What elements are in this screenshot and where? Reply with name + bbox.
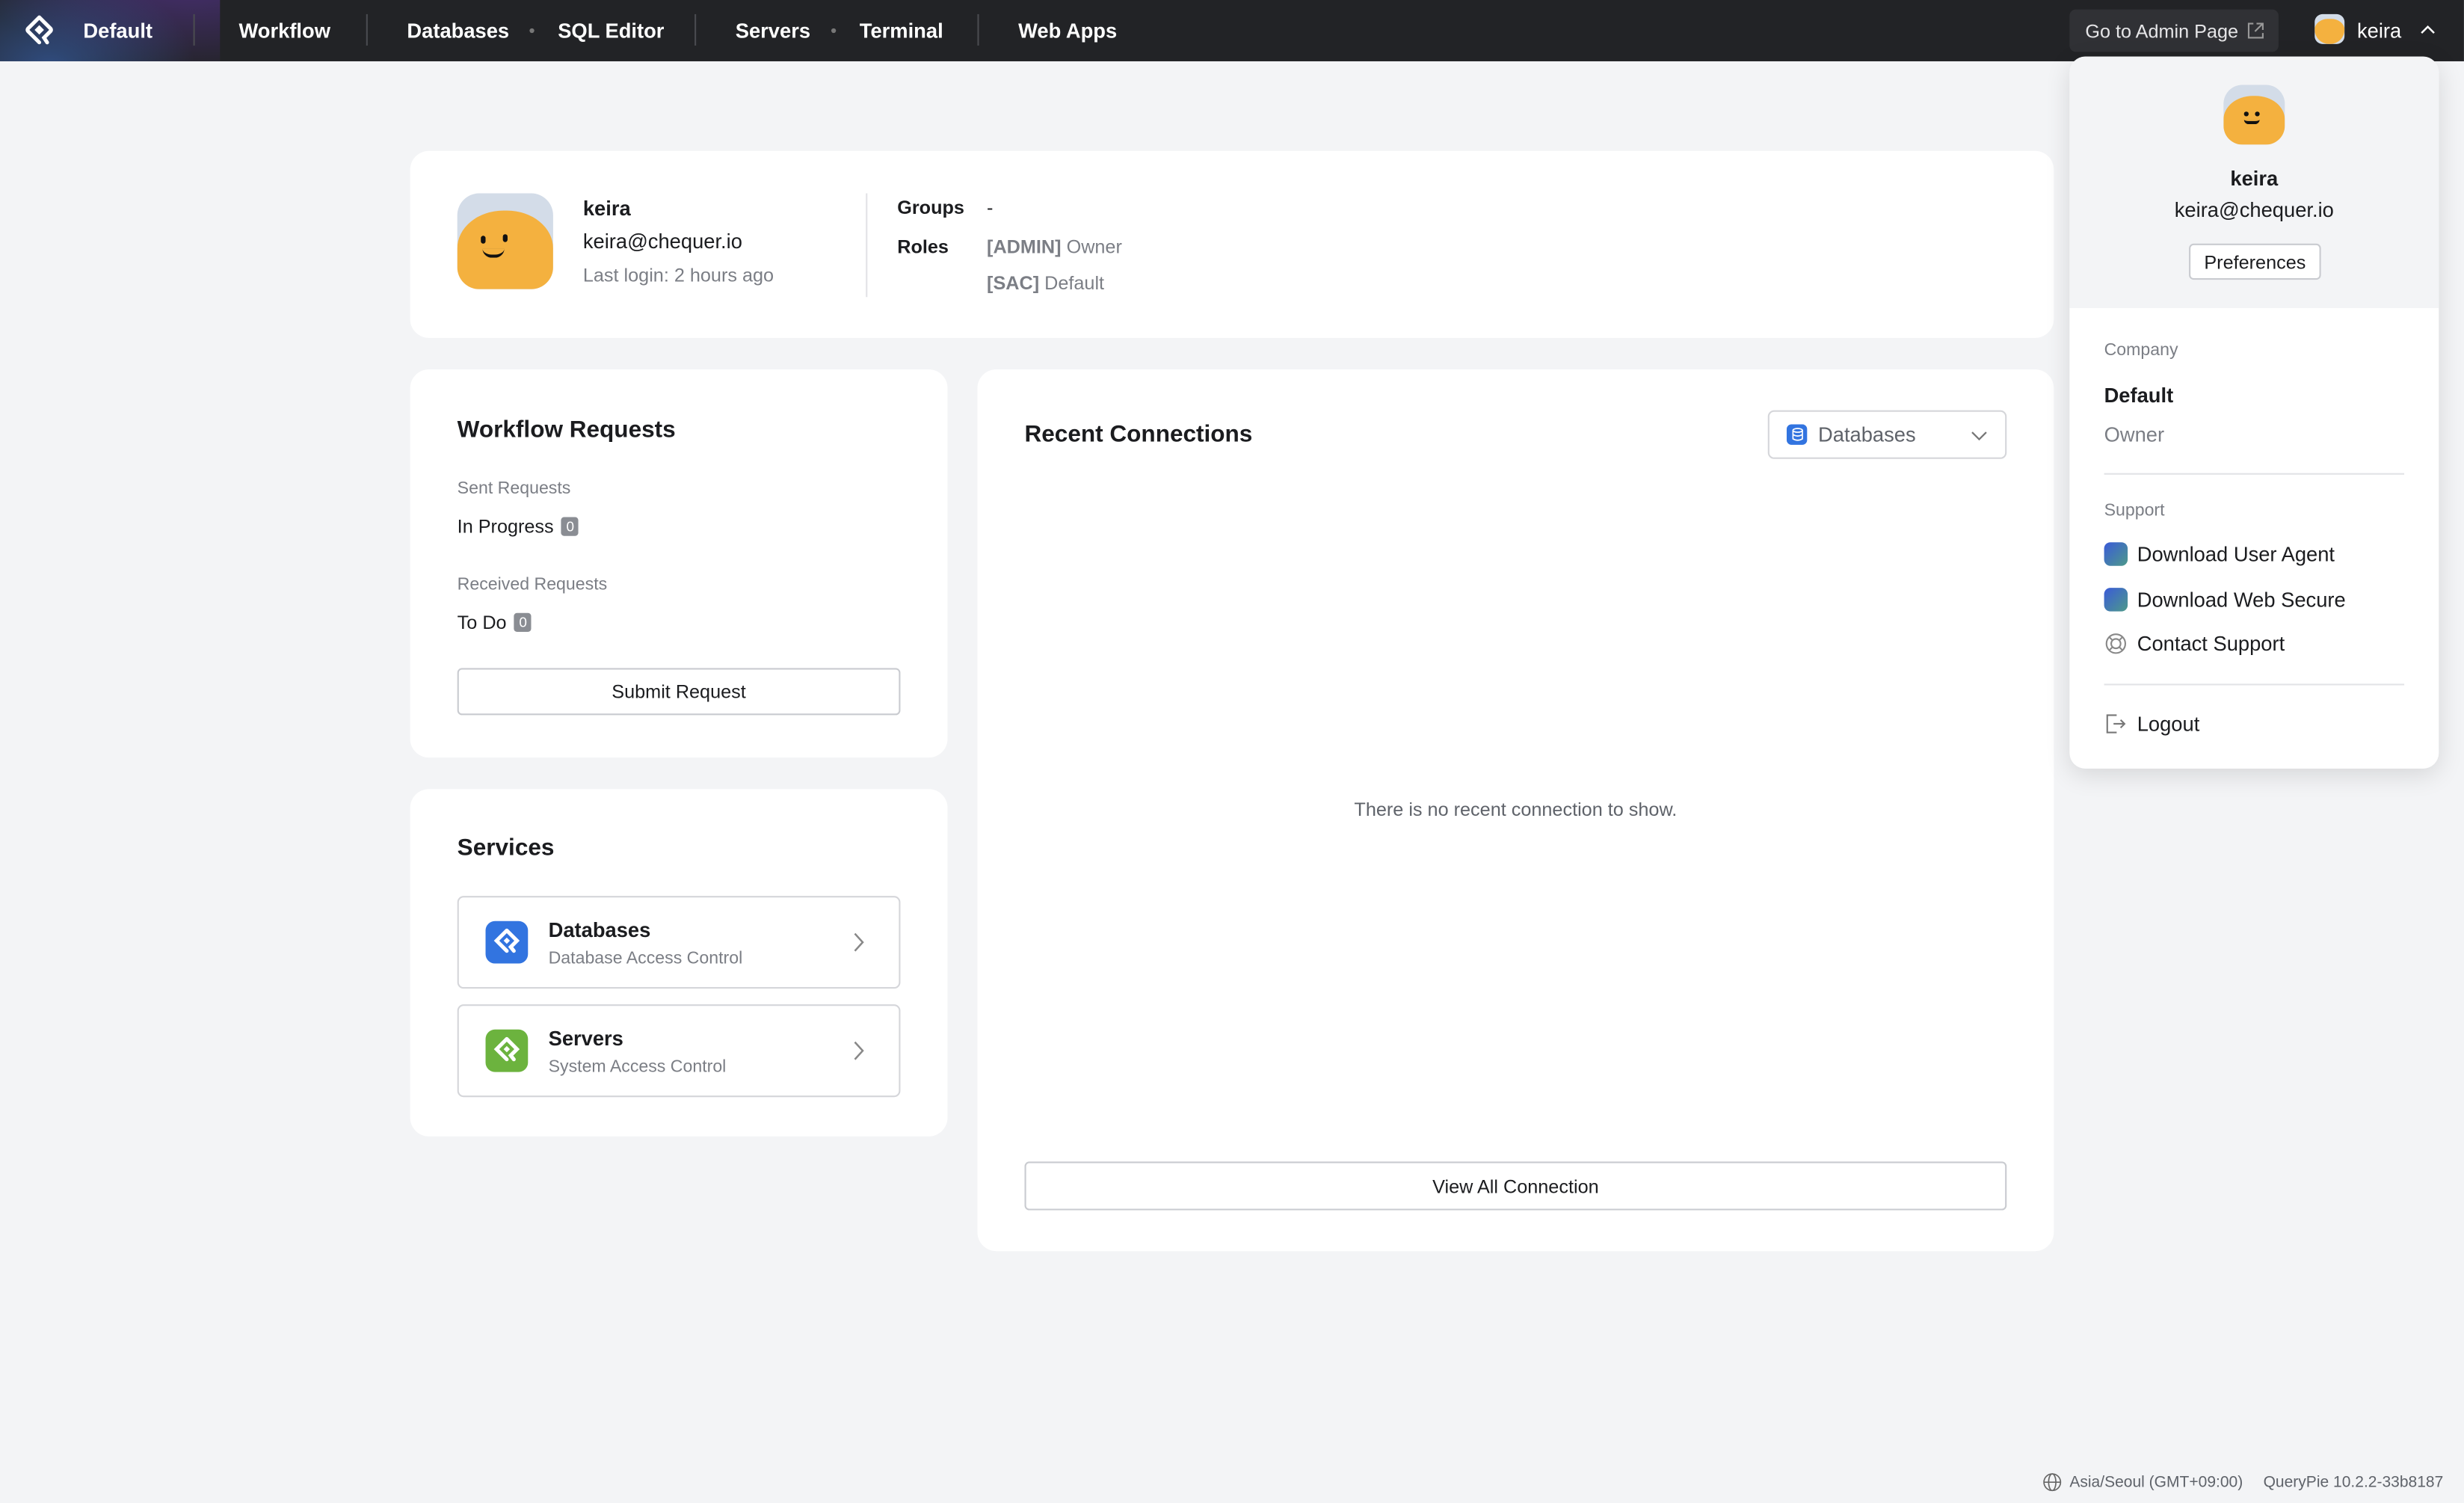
status-label: To Do: [457, 611, 507, 634]
database-icon: [1786, 424, 1808, 445]
roles-label: Roles: [897, 236, 949, 258]
contact-support[interactable]: Contact Support: [2104, 632, 2285, 656]
nav-sql-editor[interactable]: SQL Editor: [558, 0, 664, 61]
services-card: Services Databases Database Access Contr…: [410, 789, 948, 1137]
received-to-do[interactable]: To Do 0: [458, 612, 532, 633]
role-item: [SAC] Default: [987, 272, 1104, 294]
sent-in-progress[interactable]: In Progress 0: [457, 515, 579, 538]
avatar: [457, 193, 553, 289]
service-desc: Database Access Control: [548, 949, 743, 968]
select-value: Databases: [1818, 422, 1916, 446]
nav-dot: [529, 28, 535, 34]
service-servers[interactable]: Servers System Access Control: [457, 1004, 901, 1098]
app-version: QueryPie 10.2.2-33b8187: [2263, 1473, 2444, 1491]
avatar: [2223, 84, 2285, 145]
groups-value: -: [987, 196, 994, 219]
nav-divider: [193, 13, 195, 46]
nav-terminal[interactable]: Terminal: [860, 0, 943, 61]
menu-item-label: Contact Support: [2137, 632, 2285, 656]
download-user-agent[interactable]: Download User Agent: [2104, 542, 2335, 566]
company-label: Company: [2104, 341, 2178, 360]
profile-card: keira keira@chequer.io Last login: 2 hou…: [410, 150, 2054, 338]
download-web-secure[interactable]: Download Web Secure: [2104, 588, 2346, 612]
role-tag: [SAC]: [987, 271, 1040, 295]
querypie-logo-icon[interactable]: [24, 14, 55, 47]
menu-user-name: keira: [2230, 166, 2279, 191]
submit-request-button[interactable]: Submit Request: [457, 668, 901, 716]
chevron-up-icon[interactable]: [2420, 24, 2436, 35]
empty-state-message: There is no recent connection to show.: [1354, 798, 1678, 821]
role-tag: [ADMIN]: [987, 236, 1062, 258]
user-menu-toggle[interactable]: keira: [2357, 0, 2401, 61]
menu-user-email: keira@chequer.io: [2174, 197, 2334, 222]
company-name: Default: [2104, 383, 2174, 408]
user-menu-dropdown: keira keira@chequer.io Preferences Compa…: [2069, 56, 2439, 769]
nav-divider: [694, 13, 697, 46]
workspace-name[interactable]: Default: [83, 0, 153, 61]
divider: [866, 193, 868, 298]
last-login: Last login: 2 hours ago: [582, 264, 774, 286]
chevron-down-icon: [1971, 431, 1987, 441]
service-name: Databases: [548, 918, 651, 942]
chevron-right-icon: [854, 1041, 864, 1060]
menu-item-label: Download Web Secure: [2137, 588, 2346, 612]
databases-service-icon: [485, 920, 529, 964]
menu-item-label: Download User Agent: [2137, 542, 2335, 566]
admin-button-label: Go to Admin Page: [2085, 19, 2239, 42]
nav-divider: [366, 13, 368, 46]
profile-name: keira: [582, 196, 631, 221]
sent-requests-label: Sent Requests: [457, 479, 571, 499]
footer: Asia/Seoul (GMT+09:00) QueryPie 10.2.2-3…: [2043, 1473, 2444, 1492]
support-label: Support: [2104, 501, 2165, 520]
menu-item-label: Logout: [2137, 712, 2200, 736]
role-name: Owner: [1066, 236, 1122, 258]
preferences-button[interactable]: Preferences: [2189, 243, 2321, 280]
connection-type-select[interactable]: Databases: [1767, 410, 2007, 459]
nav-divider: [977, 13, 979, 46]
nav-workflow[interactable]: Workflow: [239, 0, 330, 61]
workflow-requests-card: Workflow Requests Sent Requests In Progr…: [410, 369, 948, 758]
nav-web-apps[interactable]: Web Apps: [1018, 0, 1117, 61]
profile-email: keira@chequer.io: [582, 229, 742, 253]
role-item: [ADMIN] Owner: [987, 236, 1122, 257]
querypie-web-secure-icon: [2104, 588, 2128, 612]
top-navigation-bar: Default Workflow Databases SQL Editor Se…: [0, 0, 2464, 61]
service-databases[interactable]: Databases Database Access Control: [457, 896, 901, 989]
received-requests-label: Received Requests: [457, 575, 608, 594]
logout-icon: [2106, 714, 2126, 734]
user-avatar-small[interactable]: [2314, 13, 2345, 44]
count-badge: 0: [514, 612, 532, 633]
card-title: Workflow Requests: [457, 417, 676, 443]
chevron-right-icon: [854, 932, 864, 952]
card-title: Services: [457, 835, 555, 861]
querypie-agent-icon: [2104, 542, 2128, 566]
role-name: Default: [1044, 271, 1105, 295]
service-name: Servers: [548, 1026, 623, 1051]
external-link-icon: [2248, 22, 2264, 39]
servers-service-icon: [485, 1029, 529, 1072]
recent-connections-card: Recent Connections Databases There is no…: [977, 369, 2054, 1252]
status-label: In Progress: [457, 515, 554, 538]
nav-dot: [831, 28, 837, 34]
divider: [2104, 473, 2405, 475]
lifebuoy-icon: [2105, 633, 2127, 654]
card-title: Recent Connections: [1024, 421, 1253, 449]
nav-databases[interactable]: Databases: [407, 0, 509, 61]
divider: [2104, 683, 2405, 686]
view-all-connection-button[interactable]: View All Connection: [1024, 1161, 2007, 1211]
timezone[interactable]: Asia/Seoul (GMT+09:00): [2069, 1474, 2243, 1491]
globe-icon: [2043, 1473, 2062, 1492]
company-role: Owner: [2104, 422, 2165, 446]
logout-button[interactable]: Logout: [2104, 712, 2200, 736]
service-desc: System Access Control: [548, 1057, 727, 1077]
count-badge: 0: [561, 517, 579, 536]
nav-servers[interactable]: Servers: [736, 0, 810, 61]
go-to-admin-button[interactable]: Go to Admin Page: [2069, 9, 2279, 52]
groups-label: Groups: [897, 196, 964, 219]
